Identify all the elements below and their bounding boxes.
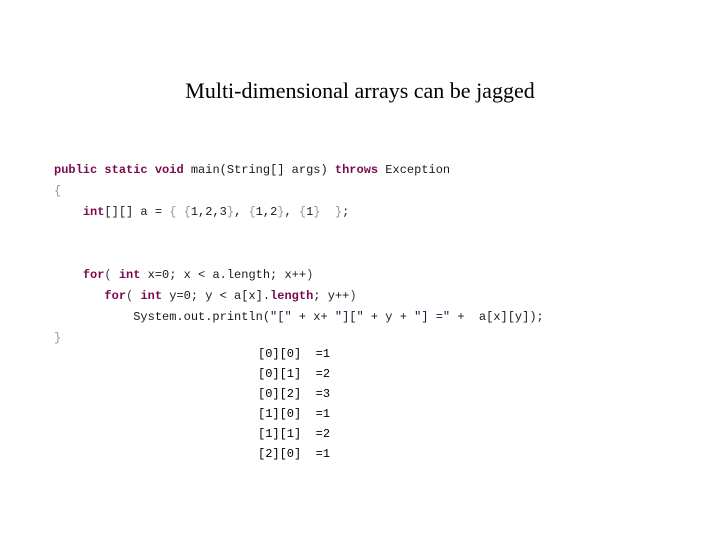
code-token-kw: int bbox=[82, 205, 105, 219]
code-line: public static void main(String[] args) t… bbox=[54, 160, 694, 181]
code-line: { bbox=[54, 181, 694, 202]
output-value: =1 bbox=[315, 447, 331, 461]
code-line: } bbox=[54, 328, 694, 349]
code-token-plain: y=0; y < a[x]. bbox=[162, 289, 271, 303]
output-gap bbox=[301, 347, 315, 361]
output-value: =1 bbox=[315, 407, 331, 421]
code-token-plain: ; bbox=[342, 205, 350, 219]
output-index: [0][1] bbox=[258, 367, 302, 381]
code-token-str: "[" bbox=[270, 310, 292, 324]
output-line: [2][0] =1 bbox=[258, 444, 330, 464]
code-token-plain: ; y++ bbox=[313, 289, 350, 303]
page-title: Multi-dimensional arrays can be jagged bbox=[185, 78, 535, 103]
code-token-kw: for bbox=[82, 268, 105, 282]
code-token-kw: void bbox=[154, 163, 184, 177]
code-token-kw: int bbox=[118, 268, 141, 282]
output-index: [0][2] bbox=[258, 387, 302, 401]
output-line: [1][0] =1 bbox=[258, 404, 330, 424]
code-token-plain: + x+ bbox=[291, 310, 335, 324]
output-value: =2 bbox=[315, 367, 331, 381]
code-token-plain: main(String[] args) bbox=[183, 163, 335, 177]
output-value: =2 bbox=[315, 427, 331, 441]
code-token-kw: length bbox=[270, 289, 314, 303]
code-token-plain: + a[x][y]); bbox=[450, 310, 544, 324]
code-token-plain: , bbox=[284, 205, 299, 219]
code-token-punct: ) bbox=[306, 268, 314, 282]
output-gap bbox=[301, 447, 315, 461]
code-token-brace: { bbox=[183, 205, 191, 219]
output-line: [0][1] =2 bbox=[258, 364, 330, 384]
code-token-punct: ( bbox=[104, 268, 112, 282]
code-token-plain: + y + bbox=[363, 310, 415, 324]
code-token-plain: 1,2,3 bbox=[190, 205, 227, 219]
code-token-plain: x=0; x < a.length; x++ bbox=[140, 268, 307, 282]
code-token-str: "][" bbox=[334, 310, 364, 324]
code-token-plain: , bbox=[234, 205, 249, 219]
code-token-kw: for bbox=[104, 289, 127, 303]
output-gap bbox=[301, 387, 315, 401]
code-token-plain: 1,2 bbox=[255, 205, 278, 219]
output-index: [1][0] bbox=[258, 407, 302, 421]
output-line: [0][2] =3 bbox=[258, 384, 330, 404]
output-gap bbox=[301, 367, 315, 381]
code-token-plain: [][] a = bbox=[104, 205, 170, 219]
output-index: [1][1] bbox=[258, 427, 302, 441]
output-gap bbox=[301, 427, 315, 441]
code-token-brace: { bbox=[248, 205, 256, 219]
output-value: =3 bbox=[315, 387, 331, 401]
code-token-brace: { bbox=[54, 184, 62, 198]
code-line: System.out.println("[" + x+ "][" + y + "… bbox=[54, 307, 694, 328]
code-token-kw: static bbox=[104, 163, 148, 177]
code-token-brace: } bbox=[54, 331, 62, 345]
code-token-punct: ) bbox=[349, 289, 357, 303]
output-line: [1][1] =2 bbox=[258, 424, 330, 444]
code-token-kw: public bbox=[54, 163, 98, 177]
output-value: =1 bbox=[315, 347, 331, 361]
output-index: [0][0] bbox=[258, 347, 302, 361]
code-token-brace: } bbox=[226, 205, 235, 219]
output-line: [0][0] =1 bbox=[258, 344, 330, 364]
code-token-plain: Exception bbox=[378, 163, 451, 177]
code-token-plain: System.out.println( bbox=[54, 310, 271, 324]
code-listing: public static void main(String[] args) t… bbox=[54, 160, 694, 349]
code-token-brace: { bbox=[298, 205, 307, 219]
code-token-brace: } bbox=[313, 205, 321, 219]
output-index: [2][0] bbox=[258, 447, 302, 461]
code-token-kw: int bbox=[140, 289, 163, 303]
code-line: for( int x=0; x < a.length; x++) bbox=[54, 265, 694, 286]
code-token-str: "] =" bbox=[414, 310, 451, 324]
code-token-kw: throws bbox=[334, 163, 379, 177]
code-line: for( int y=0; y < a[x].length; y++) bbox=[54, 286, 694, 307]
code-line: int[][] a = { {1,2,3}, {1,2}, {1} }; bbox=[54, 202, 694, 223]
output-gap bbox=[301, 407, 315, 421]
console-output: [0][0] =1 [0][1] =2 [0][2] =3 [1][0] =1 [1][… bbox=[258, 344, 330, 464]
